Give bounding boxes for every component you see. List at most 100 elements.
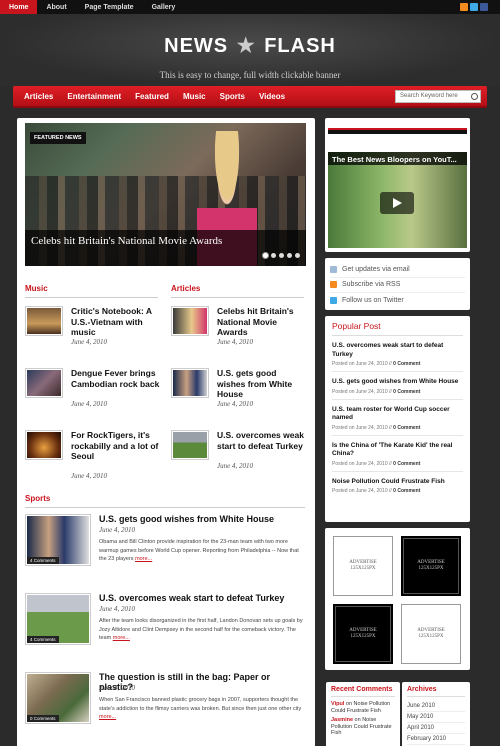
menu-featured[interactable]: Featured [128,92,176,101]
list-item[interactable]: U.S. overcomes weak start to defeat Turk… [171,430,304,492]
archive-link[interactable]: June 2010 [407,701,465,712]
top-nav-home[interactable]: Home [0,0,38,14]
item-title[interactable]: U.S. overcomes weak start to defeat Turk… [217,430,307,451]
archive-link[interactable]: May 2010 [407,712,465,723]
thumbnail[interactable] [25,306,63,336]
rss-icon [330,281,337,289]
menu-music[interactable]: Music [176,92,213,101]
item-title[interactable]: Celebs hit Britain's National Movie Awar… [217,306,307,338]
music-title[interactable]: Music [25,284,158,298]
list-item[interactable]: Critic's Notebook: A U.S.-Vietnam with m… [25,306,158,368]
post-title[interactable]: U.S. overcomes weak start to defeat Turk… [99,593,284,603]
comment-link[interactable]: 0 Comment [393,361,420,367]
video-player[interactable]: The Best News Bloopers on YouT... [328,152,467,248]
thumbnail[interactable]: 4 Comments [25,514,91,566]
rss-icon[interactable] [460,3,468,11]
twitter-icon [330,297,337,305]
email-icon [330,265,337,273]
menu-sports[interactable]: Sports [213,92,252,101]
slider-dot[interactable] [287,253,292,258]
comment-count[interactable]: 4 Comments [27,557,59,564]
video-title[interactable]: The Best News Bloopers on YouT... [328,152,467,165]
item-title[interactable]: U.S. gets good wishes from White House [217,368,307,400]
ad-banner[interactable]: ADVERTISE 125X125PX [333,604,393,664]
recent-comment[interactable]: Jasmine on Noise Pollution Could Frustra… [331,717,395,737]
subscribe-rss[interactable]: Subscribe via RSS [330,278,465,293]
popular-item: Is the China of 'The Karate Kid' the rea… [332,442,463,472]
comment-count[interactable]: 4 Comments [27,636,59,643]
comment-link[interactable]: 0 Comment [393,389,420,395]
thumbnail[interactable] [171,430,209,460]
comment-link[interactable]: 0 Comment [393,488,420,494]
list-item[interactable]: Celebs hit Britain's National Movie Awar… [171,306,304,368]
comment-link[interactable]: 0 Comment [393,425,420,431]
articles-title[interactable]: Articles [171,284,304,298]
more-link[interactable]: more... [113,635,130,641]
recent-comment[interactable]: Vipul on Noise Pollution Could Frustrate… [331,701,395,714]
subscribe-twitter[interactable]: Follow us on Twitter [330,293,465,309]
twitter-icon[interactable] [470,3,478,11]
articles-section: Articles Celebs hit Britain's National M… [171,284,304,492]
thumbnail[interactable]: 4 Comments [25,593,91,645]
sports-title[interactable]: Sports [25,494,305,508]
more-link[interactable]: more... [135,556,152,562]
comment-count[interactable]: 0 Comments [27,715,59,722]
post-title[interactable]: U.S. gets good wishes from White House [99,514,274,524]
slider-dot[interactable] [295,253,300,258]
popular-item-title[interactable]: Noise Pollution Could Frustrate Fish [332,478,463,487]
search-input[interactable]: Search Keyword here [395,89,481,103]
search-icon[interactable] [471,92,478,100]
list-item[interactable]: Dengue Fever brings Cambodian rock back … [25,368,161,430]
item-title[interactable]: Dengue Fever brings Cambodian rock back [71,368,161,389]
item-date: June 4, 2010 [71,338,107,346]
ad-banner[interactable]: ADVERTISE 125X125PX [401,604,461,664]
featured-caption[interactable]: Celebs hit Britain's National Movie Awar… [25,230,306,266]
play-icon[interactable] [380,192,414,214]
music-section: Music Critic's Notebook: A U.S.-Vietnam … [25,284,161,492]
subscribe-email[interactable]: Get updates via email [330,262,465,278]
archive-link[interactable]: February 2010 [407,734,465,745]
ad-banner[interactable]: ADVERTISE 125X125PX [401,536,461,596]
ad-banner[interactable]: ADVERTISE 125X125PX [333,536,393,596]
thumbnail[interactable]: 0 Comments [25,672,91,724]
post-date: June 4, 2010 [99,684,135,692]
list-item[interactable]: For RockTigers, it's rockabilly and a lo… [25,430,158,492]
list-item[interactable]: U.S. gets good wishes from White House J… [171,368,304,430]
slider-dot[interactable] [279,253,284,258]
sports-post: 4 Comments U.S. gets good wishes from Wh… [25,514,305,590]
top-nav-gallery[interactable]: Gallery [143,0,185,14]
menu-articles[interactable]: Articles [17,92,60,101]
item-title[interactable]: For RockTigers, it's rockabilly and a lo… [71,430,161,462]
popular-item-title[interactable]: U.S. gets good wishes from White House [332,378,463,387]
slider-dot[interactable] [271,253,276,258]
menu-videos[interactable]: Videos [252,92,292,101]
menu-entertainment[interactable]: Entertainment [60,92,128,101]
thumbnail[interactable] [25,430,63,460]
popular-item-meta: Posted on June 24, 2010 // 0 Comment [332,388,421,395]
popular-item-title[interactable]: Is the China of 'The Karate Kid' the rea… [332,442,463,459]
top-nav-about[interactable]: About [37,0,75,14]
archives-title: Archives [407,686,465,697]
thumbnail[interactable] [171,306,209,336]
slider-dot[interactable] [263,253,268,258]
featured-slider[interactable]: FEATURED NEWS Celebs hit Britain's Natio… [25,123,306,266]
popular-item-title[interactable]: U.S. team roster for World Cup soccer na… [332,406,463,423]
thumbnail[interactable] [25,368,63,398]
site-header[interactable]: NEWS ★ FLASH This is easy to change, ful… [0,14,500,86]
recent-comments-title: Recent Comments [331,686,395,697]
archive-link[interactable]: April 2010 [407,723,465,734]
site-logo[interactable]: NEWS ★ FLASH [0,33,500,58]
facebook-icon[interactable] [480,3,488,11]
comment-link[interactable]: 0 Comment [393,461,420,467]
popular-item-meta: Posted on June 24, 2010 // 0 Comment [332,361,421,367]
post-excerpt: After the team looks disorganized in the… [99,618,303,641]
thumbnail[interactable] [171,368,209,398]
item-title[interactable]: Critic's Notebook: A U.S.-Vietnam with m… [71,306,161,338]
more-link[interactable]: more... [99,714,116,720]
social-icons [460,3,500,11]
popular-item-title[interactable]: U.S. overcomes weak start to defeat Turk… [332,342,463,359]
item-date: June 4, 2010 [217,338,253,346]
top-nav-page-template[interactable]: Page Template [76,0,143,14]
popular-item-meta: Posted on June 24, 2010 // 0 Comment [332,488,421,494]
video-widget: The Best News Bloopers on YouT... [325,118,470,252]
